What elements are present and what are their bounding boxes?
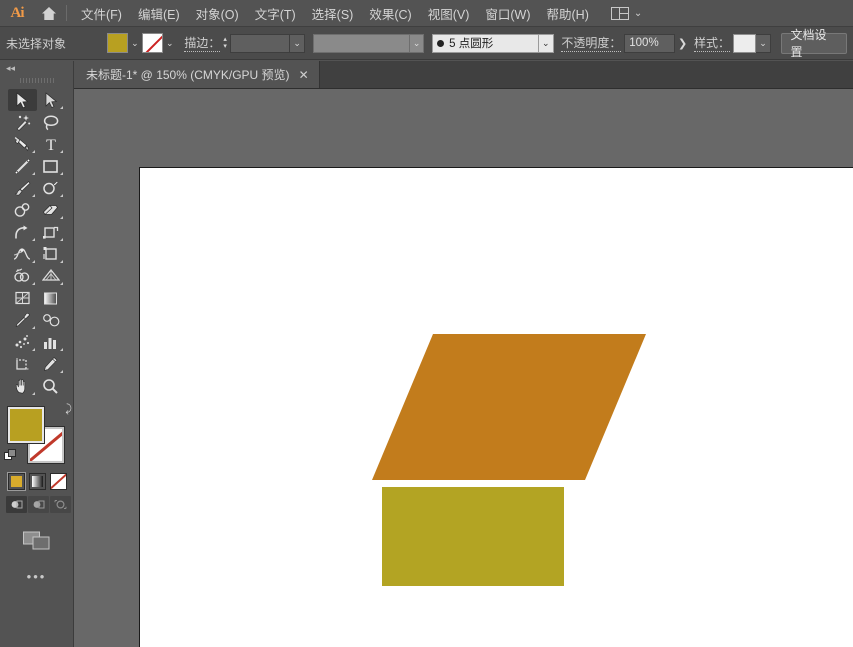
blob-brush-tool[interactable] <box>8 199 37 221</box>
menu-view[interactable]: 视图(V) <box>420 0 478 27</box>
scale-tool[interactable] <box>37 221 66 243</box>
lasso-tool[interactable] <box>37 111 66 133</box>
menu-edit[interactable]: 编辑(E) <box>130 0 188 27</box>
fill-stroke-swatches: ⤸ <box>8 407 66 467</box>
svg-text:T: T <box>46 137 56 152</box>
illustrator-window: Ai 文件(F) 编辑(E) 对象(O) 文字(T) 选择(S) 效果(C) 视… <box>0 0 853 647</box>
style-label: 样式： <box>694 34 730 52</box>
menu-object[interactable]: 对象(O) <box>188 0 247 27</box>
free-transform-tool[interactable] <box>37 243 66 265</box>
artwork-layer <box>140 168 853 647</box>
draw-behind-button[interactable] <box>28 496 49 513</box>
opacity-input[interactable]: 100% <box>624 34 675 53</box>
rotate-tool[interactable] <box>8 221 37 243</box>
fill-chevron-down-icon[interactable]: ⌄ <box>128 33 142 53</box>
zoom-tool[interactable] <box>37 375 66 397</box>
line-segment-tool[interactable] <box>8 155 37 177</box>
brush-chevron-down-icon[interactable]: ⌄ <box>539 34 554 53</box>
stroke-weight-stepper[interactable]: ▴▾ <box>220 37 230 50</box>
opacity-label: 不透明度： <box>561 34 621 52</box>
menu-divider <box>66 5 67 21</box>
edit-toolbar-button[interactable]: ••• <box>0 551 73 584</box>
chevron-down-icon[interactable]: ⌄ <box>634 8 642 19</box>
graphic-style-swatch[interactable] <box>733 34 756 53</box>
canvas-area[interactable] <box>74 89 853 647</box>
document-tab-bar: 未标题-1* @ 150% (CMYK/GPU 预览) ✕ <box>74 61 853 89</box>
menu-select[interactable]: 选择(S) <box>304 0 362 27</box>
selection-status-label: 未选择对象 <box>6 35 66 52</box>
menu-help[interactable]: 帮助(H) <box>539 0 597 27</box>
slice-tool[interactable] <box>37 353 66 375</box>
tool-grid: T <box>0 85 73 397</box>
pen-tool[interactable] <box>8 133 37 155</box>
document-tab-title: 未标题-1* @ 150% (CMYK/GPU 预览) <box>86 66 290 83</box>
drawing-mode-row <box>0 490 73 513</box>
rectangle-tool[interactable] <box>37 155 66 177</box>
paintbrush-tool[interactable] <box>8 177 37 199</box>
fill-color-swatch[interactable] <box>107 33 128 53</box>
panel-drag-handle[interactable] <box>0 75 73 85</box>
stroke-chevron-down-icon[interactable]: ⌄ <box>163 33 177 53</box>
eyedropper-tool[interactable] <box>8 309 37 331</box>
change-screen-mode-button[interactable] <box>0 513 73 551</box>
variable-width-profile-input[interactable] <box>313 34 410 53</box>
swap-fill-stroke-icon[interactable]: ⤸ <box>65 403 72 416</box>
brush-definition-label: 5 点圆形 <box>449 35 493 51</box>
brush-preview-icon <box>437 40 444 47</box>
shape-builder-tool[interactable] <box>8 265 37 287</box>
tools-panel: ◂◂ T <box>0 61 74 647</box>
default-fill-stroke-icon[interactable] <box>4 449 18 463</box>
gradient-tool[interactable] <box>37 287 66 309</box>
opacity-flyout-icon[interactable]: ❯ <box>675 37 690 50</box>
menu-bar: Ai 文件(F) 编辑(E) 对象(O) 文字(T) 选择(S) 效果(C) 视… <box>0 0 853 27</box>
symbol-sprayer-tool[interactable] <box>8 331 37 353</box>
perspective-grid-tool[interactable] <box>37 265 66 287</box>
artboard[interactable] <box>139 167 853 647</box>
document-tab[interactable]: 未标题-1* @ 150% (CMYK/GPU 预览) ✕ <box>74 61 320 88</box>
none-mode-button[interactable] <box>50 473 67 490</box>
hand-tool[interactable] <box>8 375 37 397</box>
document-setup-button[interactable]: 文档设置 <box>781 33 848 54</box>
menu-effect[interactable]: 效果(C) <box>361 0 419 27</box>
blend-tool[interactable] <box>37 309 66 331</box>
draw-inside-button[interactable] <box>50 496 71 513</box>
stroke-weight-chevron-down-icon[interactable]: ⌄ <box>290 34 305 53</box>
stroke-weight-input[interactable] <box>230 34 290 53</box>
eraser-tool[interactable] <box>37 199 66 221</box>
menu-type[interactable]: 文字(T) <box>247 0 304 27</box>
app-logo-icon: Ai <box>0 0 34 27</box>
column-graph-tool[interactable] <box>37 331 66 353</box>
style-chevron-down-icon[interactable]: ⌄ <box>756 34 771 53</box>
rectangle-body[interactable] <box>382 487 564 586</box>
shaper-tool[interactable] <box>37 177 66 199</box>
stroke-weight-label: 描边： <box>184 34 220 52</box>
stroke-color-swatch[interactable] <box>142 33 163 53</box>
direct-selection-tool[interactable] <box>37 89 66 111</box>
type-tool[interactable]: T <box>37 133 66 155</box>
fill-swatch[interactable] <box>8 407 44 443</box>
menu-file[interactable]: 文件(F) <box>73 0 130 27</box>
width-tool[interactable] <box>8 243 37 265</box>
artboard-tool[interactable] <box>8 353 37 375</box>
mesh-tool[interactable] <box>8 287 37 309</box>
workspace-switcher-icon[interactable] <box>611 7 629 20</box>
color-mode-row <box>0 467 73 490</box>
workspace-switcher[interactable]: ⌄ <box>611 7 642 20</box>
home-icon[interactable] <box>34 0 64 27</box>
color-mode-button[interactable] <box>8 473 25 490</box>
selection-tool[interactable] <box>8 89 37 111</box>
control-bar: 未选择对象 ⌄ ⌄ 描边： ▴▾ ⌄ ⌄ 5 点圆形 ⌄ 不透明度： 100% … <box>0 27 853 60</box>
close-icon[interactable]: ✕ <box>299 69 309 81</box>
change-screen-mode-icon <box>22 529 52 551</box>
menu-window[interactable]: 窗口(W) <box>477 0 538 27</box>
parallelogram-roof[interactable] <box>372 334 646 480</box>
brush-definition-input[interactable]: 5 点圆形 <box>432 34 539 53</box>
draw-normal-button[interactable] <box>6 496 27 513</box>
gradient-mode-button[interactable] <box>29 473 46 490</box>
collapse-panel-icon[interactable]: ◂◂ <box>0 61 73 75</box>
variable-width-chevron-down-icon[interactable]: ⌄ <box>410 34 425 53</box>
magic-wand-tool[interactable] <box>8 111 37 133</box>
